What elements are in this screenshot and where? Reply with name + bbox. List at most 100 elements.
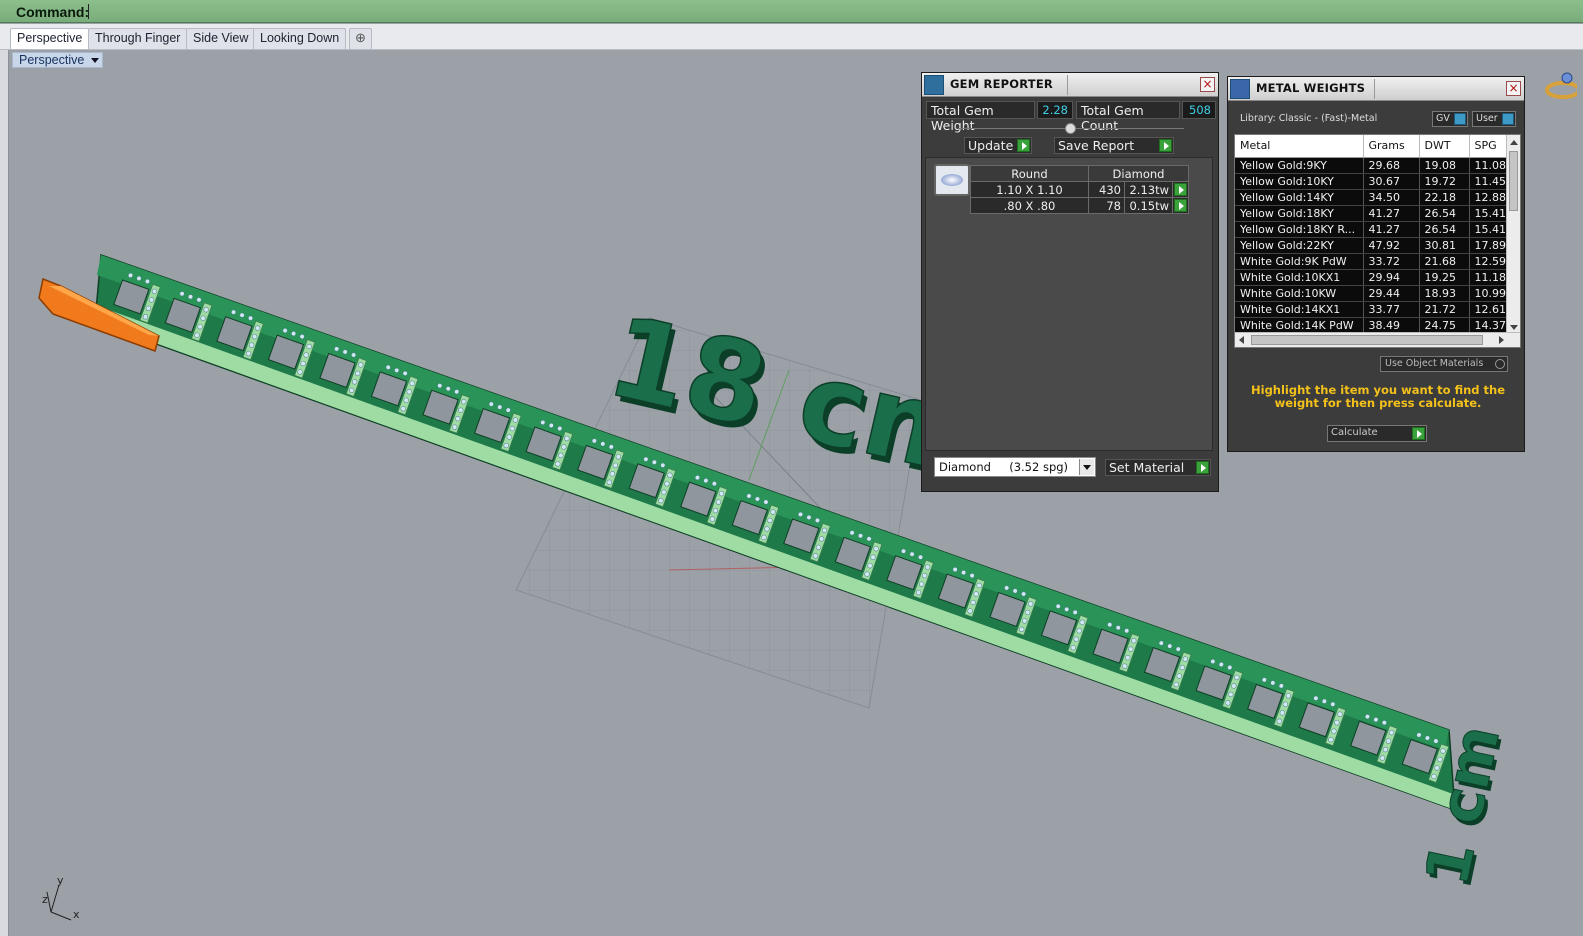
- metal-dwt: 19.72: [1419, 173, 1470, 190]
- set-material-button[interactable]: Set Material: [1105, 459, 1211, 476]
- command-label: Command:: [16, 4, 90, 20]
- table-row[interactable]: Yellow Gold:9KY 29.68 19.08 11.08: [1235, 157, 1512, 174]
- vertical-scrollbar[interactable]: [1506, 135, 1520, 334]
- total-gem-count-label: Total Gem Count: [1076, 101, 1180, 133]
- save-report-label: Save Report: [1058, 138, 1135, 153]
- metal-grams: 34.50: [1363, 189, 1420, 206]
- tab-through-finger[interactable]: Through Finger: [88, 28, 188, 49]
- scroll-thumb: [1251, 335, 1483, 345]
- calculate-button[interactable]: Calculate: [1327, 425, 1427, 442]
- chevron-down-icon[interactable]: [1079, 459, 1094, 475]
- viewport-title-button[interactable]: Perspective: [12, 52, 104, 68]
- select-row-button[interactable]: [1172, 197, 1189, 214]
- tab-perspective[interactable]: Perspective: [10, 28, 90, 49]
- play-icon: [1174, 199, 1187, 212]
- metal-name: Yellow Gold:9KY: [1235, 157, 1364, 174]
- table-row[interactable]: Yellow Gold:18KY R... 41.27 26.54 15.41: [1235, 221, 1512, 238]
- metal-table[interactable]: Metal Grams DWT SPG Yellow Gold:9KY 29.68…: [1234, 134, 1521, 348]
- metal-name: White Gold:14K PdW: [1235, 317, 1364, 334]
- scroll-right-icon: [1499, 336, 1504, 344]
- material-select-value: Diamond (3.52 spg): [939, 460, 1069, 474]
- gem-reporter-title: GEM REPORTER: [950, 77, 1053, 91]
- column-metal[interactable]: Metal: [1235, 135, 1364, 158]
- library-label: Library: Classic - (Fast)-Metal: [1240, 113, 1378, 124]
- metal-name: White Gold:14KX1: [1235, 301, 1364, 318]
- table-row[interactable]: Yellow Gold:18KY 41.27 26.54 15.41: [1235, 205, 1512, 222]
- table-row[interactable]: Yellow Gold:22KY 47.92 30.81 17.89: [1235, 237, 1512, 254]
- metal-dwt: 19.25: [1419, 269, 1470, 286]
- table-row[interactable]: White Gold:10KW 29.44 18.93 10.99: [1235, 285, 1512, 302]
- scroll-down-icon: [1510, 325, 1518, 330]
- column-dwt[interactable]: DWT: [1419, 135, 1470, 158]
- table-row[interactable]: White Gold:14K PdW 38.49 24.75 14.37: [1235, 317, 1512, 334]
- use-object-materials-label: Use Object Materials: [1385, 358, 1484, 369]
- table-row[interactable]: Yellow Gold:14KY 34.50 22.18 12.88: [1235, 189, 1512, 206]
- calculate-label: Calculate: [1331, 427, 1378, 438]
- save-report-button[interactable]: Save Report: [1054, 137, 1174, 154]
- left-frame: [0, 50, 9, 936]
- table-row[interactable]: White Gold:9K PdW 33.72 21.68 12.59: [1235, 253, 1512, 270]
- gem-icon: [924, 75, 944, 95]
- scroll-up-icon: [1510, 140, 1518, 145]
- gem-table: Round Diamond 1.10 X 1.10 430 2.13tw .80…: [970, 165, 1189, 214]
- gem-list[interactable]: Round Diamond 1.10 X 1.10 430 2.13tw .80…: [925, 157, 1213, 451]
- metal-name: White Gold:10KX1: [1235, 269, 1364, 286]
- round-stone-icon[interactable]: [934, 164, 970, 196]
- command-bar[interactable]: Command:: [0, 0, 1583, 23]
- gem-size: 1.10 X 1.10: [970, 181, 1089, 198]
- scroll-left-icon: [1239, 336, 1244, 344]
- gem-reporter-panel: GEM REPORTER × Total Gem Weight 2.28 Tot…: [921, 72, 1219, 492]
- close-icon[interactable]: ×: [1200, 77, 1215, 92]
- metal-dwt: 26.54: [1419, 221, 1470, 238]
- table-row[interactable]: 1.10 X 1.10 430 2.13tw: [970, 181, 1189, 198]
- navigation-ring-icon[interactable]: [1541, 68, 1577, 104]
- metal-dwt: 30.81: [1419, 237, 1470, 254]
- metal-dwt: 21.68: [1419, 253, 1470, 270]
- calculate-hint: Highlight the item you want to find the …: [1251, 383, 1505, 410]
- play-icon: [1412, 427, 1425, 440]
- metal-name: Yellow Gold:22KY: [1235, 237, 1364, 254]
- metal-grams: 29.94: [1363, 269, 1420, 286]
- add-tab-icon[interactable]: ⊕: [349, 28, 372, 49]
- use-object-materials-checkbox[interactable]: Use Object Materials: [1380, 356, 1508, 372]
- update-label: Update: [968, 138, 1014, 153]
- metal-weights-panel: METAL WEIGHTS × Library: Classic - (Fast…: [1227, 76, 1525, 452]
- table-header-row: Metal Grams DWT SPG: [1235, 135, 1512, 158]
- metal-name: Yellow Gold:14KY: [1235, 189, 1364, 206]
- metal-grams: 29.68: [1363, 157, 1420, 174]
- metal-weights-titlebar[interactable]: METAL WEIGHTS ×: [1228, 77, 1524, 101]
- play-icon: [1196, 461, 1209, 474]
- table-row[interactable]: White Gold:14KX1 33.77 21.72 12.61: [1235, 301, 1512, 318]
- metal-grams: 47.92: [1363, 237, 1420, 254]
- scale-icon: [1230, 79, 1250, 99]
- table-row[interactable]: .80 X .80 78 0.15tw: [970, 197, 1189, 214]
- chevron-down-icon[interactable]: [91, 58, 100, 63]
- update-button[interactable]: Update: [964, 137, 1032, 154]
- metal-weights-title: METAL WEIGHTS: [1256, 81, 1366, 95]
- metal-grams: 33.72: [1363, 253, 1420, 270]
- metal-grams: 29.44: [1363, 285, 1420, 302]
- gv-label: GV: [1436, 113, 1450, 124]
- gv-toggle[interactable]: GV: [1432, 111, 1468, 127]
- table-row[interactable]: Yellow Gold:10KY 30.67 19.72 11.45: [1235, 173, 1512, 190]
- select-row-button[interactable]: [1172, 181, 1189, 198]
- gem-header-shape: Round: [970, 165, 1089, 182]
- metal-name: Yellow Gold:10KY: [1235, 173, 1364, 190]
- gem-count: 78: [1088, 197, 1125, 214]
- user-toggle[interactable]: User: [1472, 111, 1516, 127]
- column-grams[interactable]: Grams: [1363, 135, 1420, 158]
- command-input[interactable]: [88, 4, 89, 19]
- metal-name: White Gold:10KW: [1235, 285, 1364, 302]
- gem-reporter-titlebar[interactable]: GEM REPORTER ×: [922, 73, 1218, 97]
- tab-side-view[interactable]: Side View: [186, 28, 256, 49]
- radio-icon: [1495, 359, 1505, 369]
- collapse-handle[interactable]: [1065, 123, 1076, 134]
- close-icon[interactable]: ×: [1506, 81, 1521, 96]
- material-select[interactable]: Diamond (3.52 spg): [934, 457, 1096, 477]
- horizontal-scrollbar[interactable]: [1235, 332, 1520, 347]
- gem-weight: 0.15tw: [1124, 197, 1173, 214]
- info-icon: [1502, 113, 1514, 125]
- table-row[interactable]: White Gold:10KX1 29.94 19.25 11.18: [1235, 269, 1512, 286]
- tab-looking-down[interactable]: Looking Down: [253, 28, 347, 49]
- play-icon: [1017, 139, 1030, 152]
